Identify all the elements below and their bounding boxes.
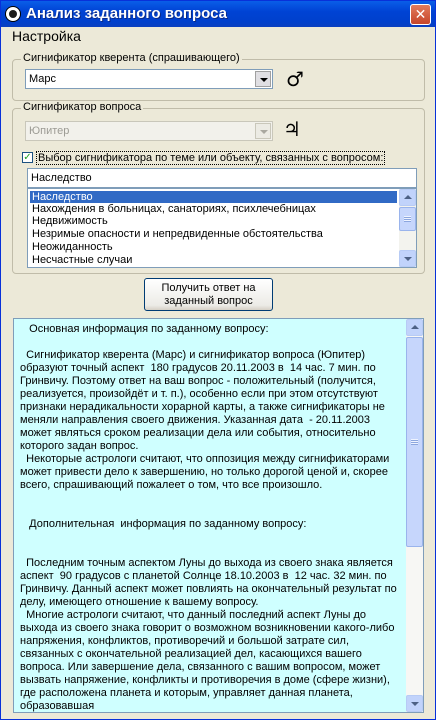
scroll-down-icon[interactable] — [406, 695, 423, 712]
scroll-thumb[interactable] — [399, 207, 416, 231]
querent-group-label: Сигнификатор кверента (спрашивающего) — [21, 52, 242, 64]
answer-text-area[interactable]: Основная информация по заданному вопросу… — [13, 318, 424, 713]
topic-selection-label[interactable]: Выбор сигнификатора по теме или объекту,… — [36, 151, 386, 165]
mars-symbol-icon: ♂ — [286, 67, 304, 91]
answer-text: Основная информация по заданному вопросу… — [20, 323, 397, 712]
topic-selection-checkbox[interactable]: ✓ — [22, 152, 33, 163]
scroll-up-icon[interactable] — [399, 189, 416, 206]
dialog-window: Анализ заданного вопроса ✕ Настройка Сиг… — [0, 0, 436, 720]
querent-planet-select[interactable]: Марс — [25, 69, 273, 89]
menu-bar: Настройка — [1, 27, 435, 47]
astro-app-icon — [5, 6, 21, 22]
chevron-down-icon[interactable] — [255, 71, 271, 87]
window-title: Анализ заданного вопроса — [26, 5, 227, 22]
question-planet-value: Юпитер — [29, 125, 70, 137]
scroll-up-icon[interactable] — [406, 319, 423, 336]
list-item[interactable]: Несчастные случаи — [30, 254, 397, 266]
jupiter-symbol-icon: ♃ — [283, 117, 301, 141]
topic-search-value: Наследство — [31, 172, 92, 184]
querent-planet-value: Марс — [29, 73, 57, 85]
list-item[interactable]: Недвижимость — [30, 215, 397, 227]
topic-listbox[interactable]: Наследство Нахождения в больницах, санат… — [27, 188, 417, 268]
chevron-down-icon[interactable] — [255, 123, 271, 139]
question-group-label: Сигнификатор вопроса — [21, 101, 144, 113]
scroll-thumb[interactable] — [406, 337, 423, 547]
list-item[interactable]: Незримые опасности и непредвиденные обст… — [30, 228, 397, 240]
topic-search-field[interactable]: Наследство — [27, 168, 417, 188]
menu-settings[interactable]: Настройка — [12, 28, 81, 44]
list-item[interactable]: Нахождения в больницах, санаториях, псих… — [30, 203, 397, 215]
question-planet-select[interactable]: Юпитер — [25, 121, 273, 141]
title-bar[interactable]: Анализ заданного вопроса ✕ — [1, 1, 435, 27]
scroll-down-icon[interactable] — [399, 250, 416, 267]
list-item[interactable]: Наследство — [30, 191, 397, 203]
list-item[interactable]: Неожиданность — [30, 241, 397, 253]
close-icon[interactable]: ✕ — [410, 4, 431, 25]
topic-list-scrollbar[interactable] — [399, 189, 416, 267]
get-answer-button[interactable]: Получить ответ на заданный вопрос — [144, 278, 273, 311]
answer-scrollbar[interactable] — [406, 319, 423, 712]
